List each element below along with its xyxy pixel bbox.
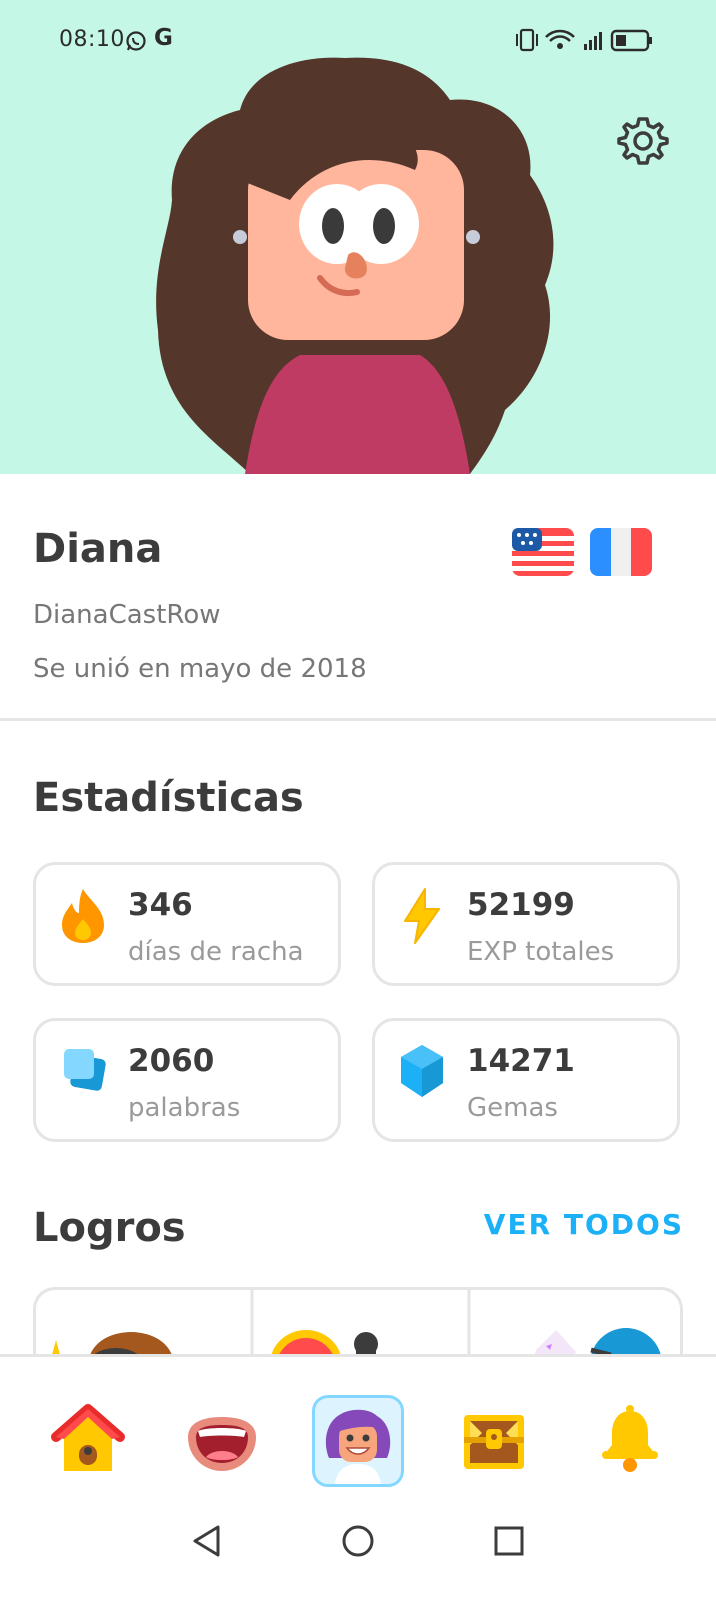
google-icon: G bbox=[154, 25, 173, 51]
gear-icon[interactable] bbox=[615, 113, 671, 169]
words-label: palabras bbox=[128, 1093, 241, 1123]
battery-icon bbox=[610, 29, 652, 52]
lightning-icon bbox=[399, 887, 445, 949]
speaking-mouth-icon[interactable] bbox=[176, 1395, 268, 1487]
us-flag-icon[interactable] bbox=[512, 528, 574, 580]
vibrate-icon bbox=[516, 28, 538, 52]
status-time: 08:10 bbox=[59, 27, 125, 52]
achievements-title: Logros bbox=[33, 1205, 186, 1251]
stat-card-words: 2060 palabras bbox=[33, 1018, 341, 1142]
back-icon[interactable] bbox=[190, 1524, 224, 1558]
whatsapp-icon bbox=[125, 30, 147, 56]
profile-header: 08:10 G bbox=[0, 0, 716, 474]
home-circle-icon[interactable] bbox=[341, 1524, 375, 1558]
stat-card-streak: 346 días de racha bbox=[33, 862, 341, 986]
streak-label: días de racha bbox=[128, 937, 304, 967]
profile-avatar-icon[interactable] bbox=[312, 1395, 404, 1487]
system-navigation-bar bbox=[0, 1500, 716, 1600]
gem-icon bbox=[399, 1043, 445, 1103]
words-cards-icon bbox=[60, 1043, 108, 1099]
status-bar: 08:10 G bbox=[0, 0, 716, 80]
treasure-chest-icon[interactable] bbox=[448, 1395, 540, 1487]
words-value: 2060 bbox=[128, 1043, 215, 1079]
france-flag-icon[interactable] bbox=[590, 528, 652, 580]
bottom-nav bbox=[0, 1354, 716, 1503]
profile-username: DianaCastRow bbox=[33, 600, 221, 630]
flame-icon bbox=[60, 887, 106, 949]
profile-name: Diana bbox=[33, 526, 163, 572]
stats-title: Estadísticas bbox=[33, 775, 304, 821]
bell-icon[interactable] bbox=[584, 1395, 676, 1487]
profile-info: Diana DianaCastRow Se unió en mayo de 20… bbox=[0, 474, 716, 721]
gems-value: 14271 bbox=[467, 1043, 575, 1079]
wifi-icon bbox=[545, 29, 575, 49]
stat-card-xp: 52199 EXP totales bbox=[372, 862, 680, 986]
profile-joined-date: Se unió en mayo de 2018 bbox=[33, 654, 367, 684]
streak-value: 346 bbox=[128, 887, 193, 923]
xp-value: 52199 bbox=[467, 887, 575, 923]
signal-icon bbox=[584, 32, 602, 50]
home-icon[interactable] bbox=[42, 1395, 134, 1487]
status-icons bbox=[514, 27, 656, 57]
xp-label: EXP totales bbox=[467, 937, 615, 967]
stat-card-gems: 14271 Gemas bbox=[372, 1018, 680, 1142]
recents-icon[interactable] bbox=[493, 1525, 525, 1557]
gems-label: Gemas bbox=[467, 1093, 558, 1123]
see-all-button[interactable]: VER TODOS bbox=[484, 1208, 684, 1241]
